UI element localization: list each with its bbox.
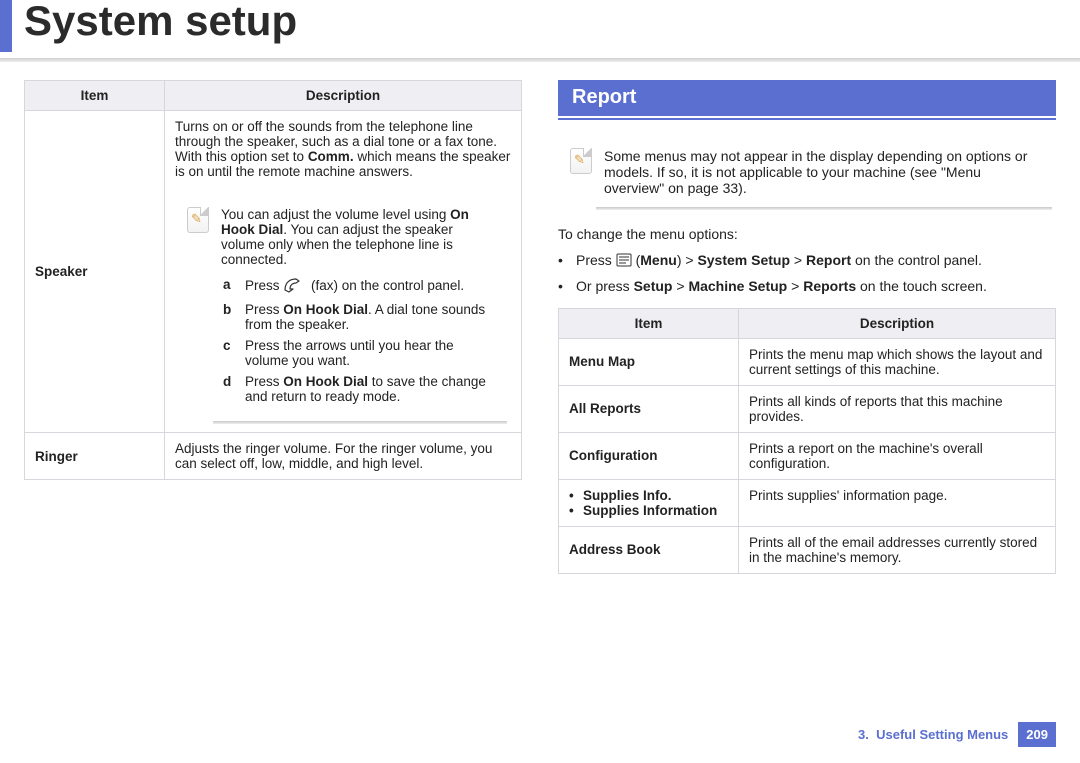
cell-item: Supplies Info. Supplies Information xyxy=(559,479,739,526)
menu-icon xyxy=(616,253,632,270)
txt: > xyxy=(787,278,803,294)
note-icon xyxy=(570,148,592,174)
cell-item: Ringer xyxy=(25,433,165,480)
cell-item: Address Book xyxy=(559,526,739,573)
sound-settings-table: Item Description Speaker Turns on or off… xyxy=(24,80,522,480)
section-heading-report: Report xyxy=(558,80,1056,116)
note-underline xyxy=(213,421,507,424)
page-number: 209 xyxy=(1018,722,1056,747)
bold: Machine Setup xyxy=(688,278,787,294)
item-variants: Supplies Info. Supplies Information xyxy=(569,488,728,518)
cell-description: Prints supplies' information page. xyxy=(739,479,1056,526)
step-text: Press xyxy=(245,302,283,317)
bold: Menu xyxy=(640,252,677,268)
note-box: Some menus may not appear in the display… xyxy=(558,136,1056,210)
page-title: System setup xyxy=(24,0,297,42)
bold: System Setup xyxy=(697,252,790,268)
variant: Supplies Info. xyxy=(569,488,728,503)
cell-item: All Reports xyxy=(559,385,739,432)
step-d: Press On Hook Dial to save the change an… xyxy=(239,374,497,404)
cell-item: Configuration xyxy=(559,432,739,479)
cell-item: Menu Map xyxy=(559,338,739,385)
step-bold: On Hook Dial xyxy=(283,374,368,389)
footer-chapter: 3. Useful Setting Menus xyxy=(858,727,1008,742)
step-b: Press On Hook Dial. A dial tone sounds f… xyxy=(239,302,497,332)
desc-bold: Comm. xyxy=(308,149,354,164)
variant: Supplies Information xyxy=(569,503,728,518)
table-row: Configuration Prints a report on the mac… xyxy=(559,432,1056,479)
txt: Or press xyxy=(576,278,634,294)
footer: 3. Useful Setting Menus 209 xyxy=(858,722,1056,747)
instruction-item: Press (Menu) > System Setup > Report on … xyxy=(572,252,1056,270)
cell-description: Turns on or off the sounds from the tele… xyxy=(165,111,522,433)
cell-description: Prints all kinds of reports that this ma… xyxy=(739,385,1056,432)
chapter-num: 3. xyxy=(858,727,869,742)
note-content: Some menus may not appear in the display… xyxy=(604,148,1042,196)
table-header-row: Item Description xyxy=(25,81,522,111)
table-header-row: Item Description xyxy=(559,308,1056,338)
txt: ( xyxy=(632,252,641,268)
step-text: Press xyxy=(245,278,283,293)
instruction-list: Press (Menu) > System Setup > Report on … xyxy=(558,252,1056,294)
txt: on the control panel. xyxy=(851,252,982,268)
table-row: Ringer Adjusts the ringer volume. For th… xyxy=(25,433,522,480)
txt: ) > xyxy=(677,252,698,268)
cell-description: Adjusts the ringer volume. For the ringe… xyxy=(165,433,522,480)
table-row: Speaker Turns on or off the sounds from … xyxy=(25,111,522,433)
step-text: Press xyxy=(245,374,283,389)
col-description: Description xyxy=(165,81,522,111)
col-description: Description xyxy=(739,308,1056,338)
fax-icon xyxy=(283,277,307,296)
note-underline xyxy=(596,207,1052,210)
note-icon xyxy=(187,207,209,233)
instruction-item: Or press Setup > Machine Setup > Reports… xyxy=(572,278,1056,294)
title-accent xyxy=(0,0,12,52)
txt: on the touch screen. xyxy=(856,278,987,294)
txt: Press xyxy=(576,252,616,268)
bold: Report xyxy=(806,252,851,268)
cell-item: Speaker xyxy=(25,111,165,433)
chapter-title: Useful Setting Menus xyxy=(876,727,1008,742)
left-column: Item Description Speaker Turns on or off… xyxy=(24,80,522,574)
bold: Setup xyxy=(634,278,673,294)
note-content: You can adjust the volume level using On… xyxy=(221,207,497,410)
title-divider xyxy=(0,58,1080,62)
txt: > xyxy=(672,278,688,294)
step-bold: On Hook Dial xyxy=(283,302,368,317)
txt: > xyxy=(790,252,806,268)
table-row: Supplies Info. Supplies Information Prin… xyxy=(559,479,1056,526)
title-bar: System setup xyxy=(0,0,1080,58)
step-text: (fax) on the control panel. xyxy=(311,278,464,293)
table-row: All Reports Prints all kinds of reports … xyxy=(559,385,1056,432)
col-item: Item xyxy=(559,308,739,338)
cell-description: Prints all of the email addresses curren… xyxy=(739,526,1056,573)
note-box: You can adjust the volume level using On… xyxy=(175,195,511,424)
section-rule xyxy=(558,118,1056,120)
cell-description: Prints the menu map which shows the layo… xyxy=(739,338,1056,385)
lead-text: To change the menu options: xyxy=(558,226,1056,242)
right-column: Report Some menus may not appear in the … xyxy=(558,80,1056,574)
step-a: Press (fax) on the control panel. xyxy=(239,277,497,296)
steps-list: Press (fax) on the control panel. Press … xyxy=(221,277,497,404)
table-row: Address Book Prints all of the email add… xyxy=(559,526,1056,573)
step-c: Press the arrows until you hear the volu… xyxy=(239,338,497,368)
col-item: Item xyxy=(25,81,165,111)
table-row: Menu Map Prints the menu map which shows… xyxy=(559,338,1056,385)
report-table: Item Description Menu Map Prints the men… xyxy=(558,308,1056,574)
content-columns: Item Description Speaker Turns on or off… xyxy=(24,80,1056,574)
note-text: You can adjust the volume level using xyxy=(221,207,450,222)
bold: Reports xyxy=(803,278,856,294)
cell-description: Prints a report on the machine's overall… xyxy=(739,432,1056,479)
